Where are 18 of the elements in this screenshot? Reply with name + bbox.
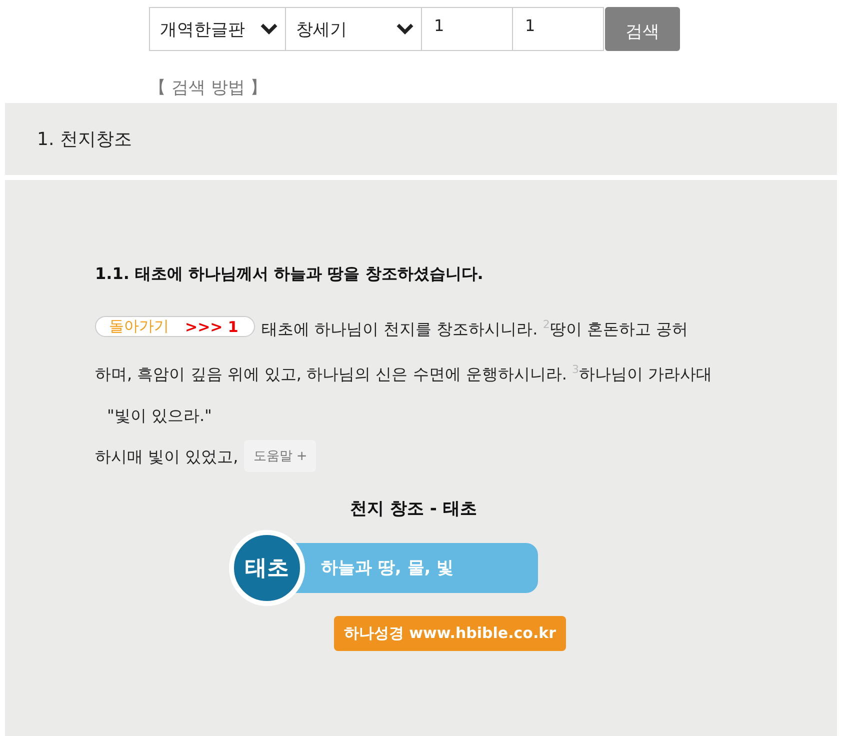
chevron-down-icon [259, 22, 279, 36]
version-select[interactable]: 개역한글판 [149, 7, 286, 51]
diagram-title: 천지 창조 - 태초 [350, 498, 477, 520]
credit-label: 하나성경 www.hbible.co.kr [334, 616, 566, 651]
topic-banner: 하늘과 땅, 물, 빛 [293, 542, 538, 593]
chapter-field[interactable]: 1 [421, 7, 513, 51]
book-select[interactable]: 창세기 [285, 7, 422, 51]
chevron-down-icon [395, 22, 415, 36]
passage-heading: 1.1. 태초에 하나님께서 하늘과 땅을 창조하셨습니다. [95, 264, 484, 285]
verse-text: 하시매 빛이 있었고, [95, 446, 238, 468]
search-button[interactable]: 검색 [605, 7, 680, 51]
help-button[interactable]: 도움말 + [244, 440, 316, 472]
search-help-link[interactable]: 【 검색 방법 】 [149, 76, 268, 99]
quote-text: "빛이 있으라." [106, 404, 212, 427]
verse-field[interactable]: 1 [512, 7, 604, 51]
section-title: 1. 천지창조 [36, 128, 133, 152]
back-button[interactable]: 돌아가기 >>> 1 [95, 316, 256, 338]
era-badge: 태초 [229, 530, 305, 606]
